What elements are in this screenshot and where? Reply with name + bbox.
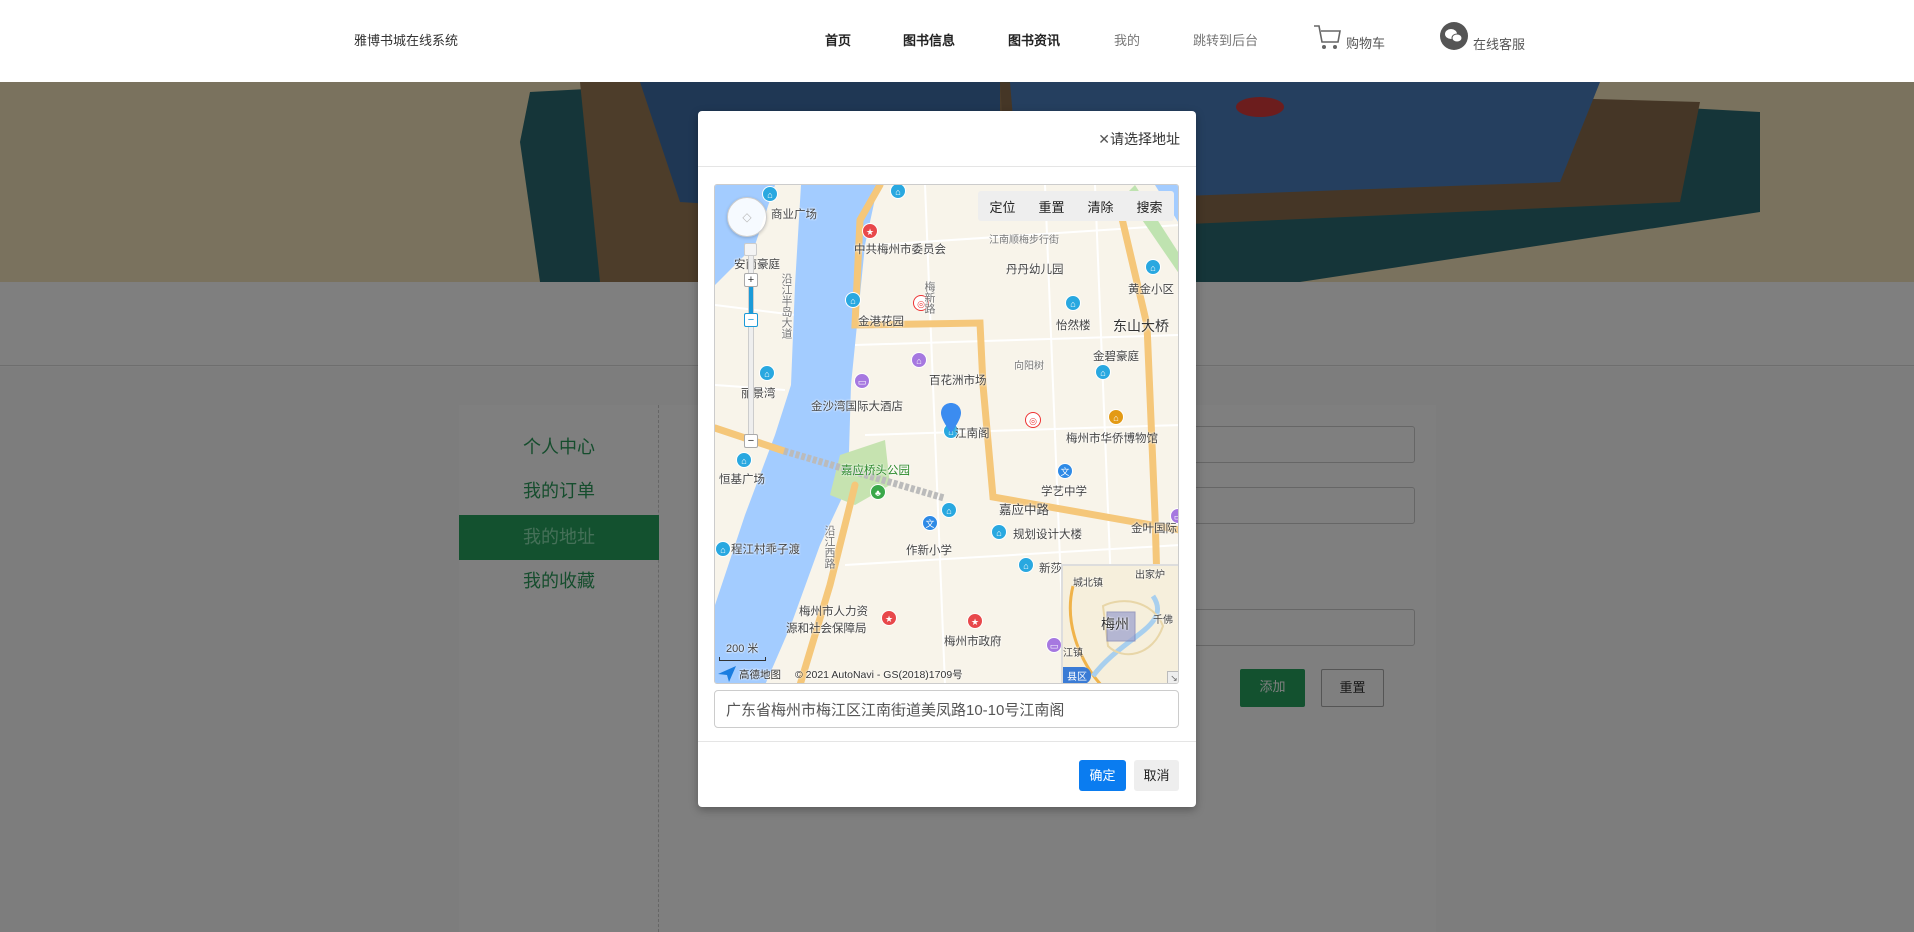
poi-school-icon[interactable]: 文 [1057, 463, 1073, 479]
map-label: 梅州市人力资 [799, 606, 868, 618]
map-view[interactable]: ⌂ ⌂ ★ ⌂ ⌂ ◎ ⌂ ⌂ ⌂ ▭ ⌂ ◎ ⌂ ⌂ ⌂ ⌂ ♣ 文 文 ⌂ … [714, 184, 1179, 684]
cart-label: 购物车 [1346, 36, 1386, 51]
poi-museum-icon[interactable]: ⌂ [1108, 409, 1124, 425]
poi-market-icon[interactable]: ⌂ [911, 352, 927, 368]
poi-park-icon[interactable]: ♣ [870, 484, 886, 500]
map-label: 金碧豪庭 [1093, 351, 1139, 363]
minimap-toggle-icon[interactable]: ↘ [1167, 671, 1178, 683]
nav-admin[interactable]: 跳转到后台 [1193, 30, 1258, 49]
modal-title: ✕请选择地址 [1098, 129, 1180, 149]
map-label: 丽景湾 [741, 388, 776, 400]
nav-mine[interactable]: 我的 [1114, 30, 1140, 49]
poi-government-icon[interactable]: ★ [881, 610, 897, 626]
map-label: 程江村乖子渡 [731, 544, 800, 556]
poi-building-icon[interactable]: ⌂ [759, 365, 775, 381]
map-label: 梅州市政府 [944, 636, 1002, 648]
poi-building-icon[interactable]: ⌂ [1145, 259, 1161, 275]
minimap-label: 千佛 [1153, 615, 1173, 626]
map-label: 恒基广场 [719, 474, 765, 486]
minimap-label: 梅州 [1101, 616, 1129, 632]
map-label: 商业广场 [771, 209, 817, 221]
poi-building-icon[interactable]: ⌂ [715, 541, 731, 557]
search-button[interactable]: 搜索 [1136, 197, 1162, 216]
locate-dot-button[interactable] [744, 243, 757, 256]
poi-school-icon[interactable]: 文 [922, 515, 938, 531]
map-label: 金港花园 [858, 316, 904, 328]
amap-logo-icon [718, 666, 736, 682]
poi-building-icon[interactable]: ⌂ [845, 292, 861, 308]
map-label: 新莎 [1039, 563, 1062, 575]
map-scale-label: 200 米 [726, 643, 759, 655]
map-label: 向阳树 [1014, 361, 1044, 372]
map-label: 梅新路 [923, 281, 935, 314]
map-label: 丹丹幼儿园 [1006, 264, 1064, 276]
zoom-handle[interactable]: − [744, 313, 758, 327]
map-label: 源和社会保障局 [786, 623, 867, 635]
map-label: 怡然楼 [1056, 320, 1091, 332]
map-label: 金叶国际 [1131, 523, 1177, 535]
poi-building-icon[interactable]: ⌂ [1065, 295, 1081, 311]
minimap-label: 城北镇 [1073, 578, 1103, 589]
pan-control[interactable]: ◇ [727, 197, 767, 237]
map-label: 嘉应桥头公园 [841, 465, 910, 477]
poi-hotel-icon[interactable]: ▭ [1046, 637, 1062, 653]
zoom-in-button[interactable]: + [744, 273, 758, 287]
map-label: 金沙湾国际大酒店 [811, 401, 903, 413]
map-label: 百花洲市场 [929, 375, 987, 387]
nav-book-news[interactable]: 图书资讯 [1008, 30, 1060, 49]
clear-button[interactable]: 清除 [1087, 197, 1113, 216]
minimap-label: 出家炉 [1135, 570, 1165, 581]
zoom-out-button[interactable]: − [744, 434, 758, 448]
map-label: 中共梅州市委员会 [854, 244, 946, 256]
top-header: 雅博书城在线系统 首页 图书信息 图书资讯 我的 跳转到后台 购物车 在线客服 [0, 0, 1914, 82]
modal-footer-divider [698, 741, 1196, 742]
minimap-label: 江镇 [1063, 648, 1083, 659]
close-icon[interactable]: ✕ [1098, 131, 1110, 147]
poi-building-icon[interactable]: ⌂ [991, 524, 1007, 540]
cancel-button[interactable]: 取消 [1134, 760, 1179, 791]
map-reset-button[interactable]: 重置 [1038, 197, 1064, 216]
map-scale-bar [719, 657, 766, 661]
map-label: 嘉应中路 [999, 503, 1050, 517]
map-attribution: © 2021 AutoNavi - GS(2018)1709号 [795, 669, 963, 681]
poi-bank-icon[interactable]: ◎ [1025, 412, 1041, 428]
map-label: 东山大桥 [1113, 318, 1169, 334]
locate-button[interactable]: 定位 [989, 197, 1015, 216]
map-toolbar: 定位 重置 清除 搜索 [978, 191, 1174, 221]
map-label: 沿江半岛大道 [780, 273, 792, 339]
modal-title-text: 请选择地址 [1110, 131, 1180, 147]
minimap-label: 县区 [1063, 667, 1091, 683]
nav-home[interactable]: 首页 [825, 30, 851, 49]
poi-building-icon[interactable]: ⌂ [1095, 364, 1111, 380]
poi-government-icon[interactable]: ★ [862, 223, 878, 239]
site-brand[interactable]: 雅博书城在线系统 [354, 30, 458, 49]
map-label: 黄金小区 [1128, 284, 1174, 296]
overview-minimap[interactable]: 城北镇 出家炉 梅州 千佛 江镇 县区 ↘ [1061, 564, 1178, 683]
map-label: 安南豪庭 [734, 259, 780, 271]
address-picker-modal: ✕请选择地址 ⌂ ⌂ ★ ⌂ ⌂ ◎ ⌂ ⌂ ⌂ ▭ ◎ ⌂ ⌂ ⌂ ⌂ ♣ 文… [698, 111, 1196, 807]
poi-government-icon[interactable]: ★ [967, 613, 983, 629]
map-label: 江南顺梅步行街 [989, 235, 1059, 246]
poi-building-icon[interactable]: ⌂ [1018, 557, 1034, 573]
map-label: 规划设计大楼 [1013, 529, 1082, 541]
service-label: 在线客服 [1473, 37, 1526, 52]
address-input[interactable] [714, 690, 1179, 728]
wechat-icon [1440, 22, 1468, 50]
poi-building-icon[interactable]: ⌂ [762, 186, 778, 202]
confirm-button[interactable]: 确定 [1079, 760, 1126, 791]
poi-hotel-icon[interactable]: ▭ [854, 373, 870, 389]
cart-icon [1314, 25, 1341, 49]
map-label: 梅州市华侨博物馆 [1066, 433, 1158, 445]
map-label: 学艺中学 [1041, 486, 1087, 498]
map-provider: 高德地图 [739, 669, 781, 681]
map-label: 沿江西路 [823, 525, 835, 569]
map-label: 作新小学 [906, 545, 952, 557]
modal-header: ✕请选择地址 [698, 111, 1196, 167]
nav-book-info[interactable]: 图书信息 [903, 30, 955, 49]
poi-building-icon[interactable]: ⌂ [941, 502, 957, 518]
location-marker-icon[interactable] [941, 403, 961, 433]
poi-building-icon[interactable]: ⌂ [736, 452, 752, 468]
